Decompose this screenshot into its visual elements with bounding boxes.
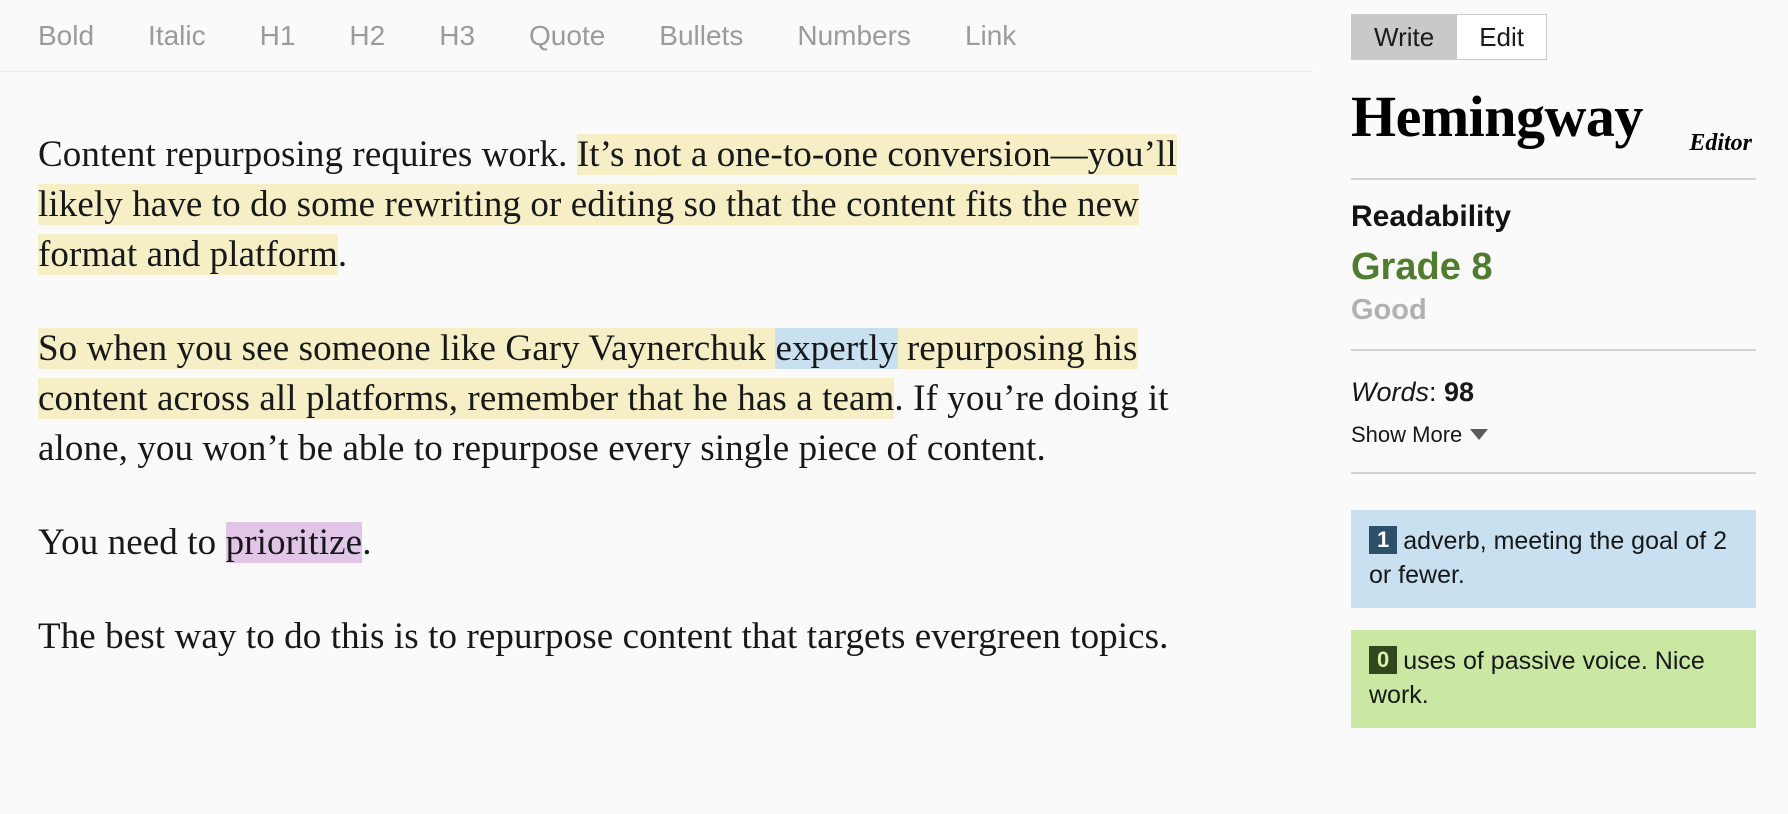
mode-toggle: Write Edit xyxy=(1351,14,1548,60)
text-run: Content repurposing requires work. xyxy=(38,134,577,175)
suggestion-cards: 1 adverb, meeting the goal of 2 or fewer.… xyxy=(1351,509,1756,750)
hemingway-editor-app: Bold Italic H1 H2 H3 Quote Bullets Numbe… xyxy=(0,0,1788,814)
toolbar-item-h3[interactable]: H3 xyxy=(439,21,475,50)
toolbar-item-bold[interactable]: Bold xyxy=(38,21,94,50)
paragraph: Content repurposing requires work. It’s … xyxy=(38,130,1228,280)
text-run: . xyxy=(337,234,348,275)
toolbar-item-quote[interactable]: Quote xyxy=(529,21,605,50)
toolbar-item-h2[interactable]: H2 xyxy=(349,21,385,50)
toolbar-item-numbers[interactable]: Numbers xyxy=(797,21,911,50)
toolbar-item-bullets[interactable]: Bullets xyxy=(659,21,743,50)
formatting-toolbar: Bold Italic H1 H2 H3 Quote Bullets Numbe… xyxy=(0,0,1313,72)
write-mode-button[interactable]: Write xyxy=(1352,15,1457,59)
analysis-sidebar: Write Edit Hemingway Editor Readability … xyxy=(1313,0,1788,814)
text-run: . xyxy=(362,522,372,563)
text-run: The best way to do this is to repurpose … xyxy=(38,616,1169,657)
editor-pane: Bold Italic H1 H2 H3 Quote Bullets Numbe… xyxy=(0,0,1313,814)
divider-top xyxy=(1351,178,1756,180)
card-text: uses of passive voice. Nice work. xyxy=(1369,646,1705,709)
readability-grade-label: Good xyxy=(1351,293,1427,326)
highlight-purple: prioritize xyxy=(225,522,363,563)
highlight-blue: expertly xyxy=(775,328,898,369)
toolbar-item-italic[interactable]: Italic xyxy=(148,21,206,50)
word-count-separator: : xyxy=(1429,376,1445,407)
count-badge: 1 xyxy=(1369,525,1398,554)
card-text: adverb, meeting the goal of 2 or fewer. xyxy=(1369,526,1728,589)
brand-subtitle: Editor xyxy=(1689,130,1752,156)
paragraph: So when you see someone like Gary Vayner… xyxy=(38,324,1228,474)
show-more-button[interactable]: Show More xyxy=(1351,422,1756,448)
word-count-label: Words xyxy=(1351,376,1430,407)
divider-bottom xyxy=(1351,471,1756,474)
readability-grade: Grade 8 xyxy=(1351,246,1493,288)
word-count-value: 98 xyxy=(1444,376,1475,407)
editor-text-area[interactable]: Content repurposing requires work. It’s … xyxy=(0,72,1313,814)
count-badge: 0 xyxy=(1369,645,1398,674)
adverb-card[interactable]: 1 adverb, meeting the goal of 2 or fewer. xyxy=(1351,509,1756,608)
paragraph: You need to prioritize. xyxy=(38,518,1228,568)
divider-middle xyxy=(1351,348,1756,351)
text-run: You need to xyxy=(38,522,226,563)
passive-voice-card[interactable]: 0 uses of passive voice. Nice work. xyxy=(1351,629,1756,728)
readability-heading: Readability xyxy=(1351,200,1512,233)
highlight-yellow: So when you see someone like Gary Vayner… xyxy=(38,328,776,369)
show-more-label: Show More xyxy=(1351,421,1463,447)
edit-mode-button[interactable]: Edit xyxy=(1456,14,1548,60)
brand-logo: Hemingway Editor xyxy=(1351,86,1756,164)
word-count-row: Words: 98 xyxy=(1351,377,1756,408)
toolbar-item-h1[interactable]: H1 xyxy=(260,21,296,50)
toolbar-item-link[interactable]: Link xyxy=(965,21,1016,50)
chevron-down-icon xyxy=(1470,429,1489,441)
paragraph: The best way to do this is to repurpose … xyxy=(38,612,1228,662)
